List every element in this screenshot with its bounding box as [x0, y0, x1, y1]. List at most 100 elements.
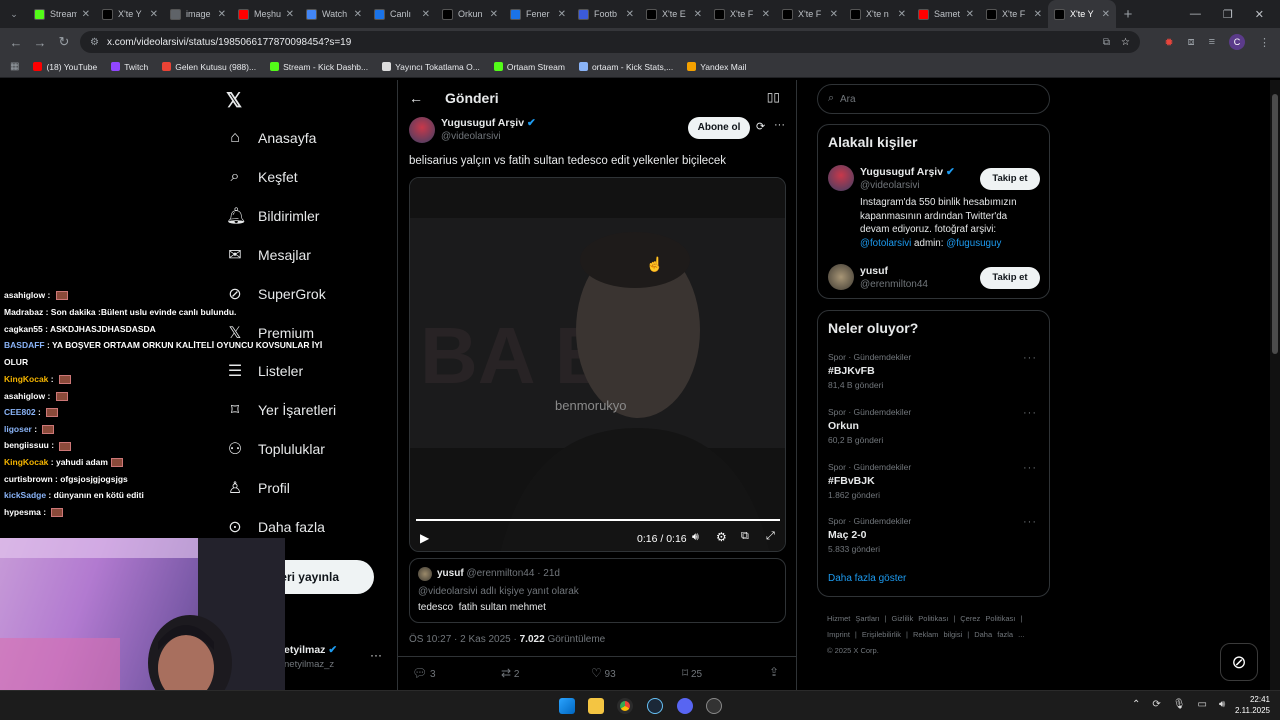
browser-tab[interactable]: X'te Y ✕ [1048, 0, 1116, 28]
tab-search-icon[interactable]: ⌄ [0, 9, 28, 20]
footer-link[interactable]: Daha fazla ... [974, 630, 1024, 639]
close-tab-icon[interactable]: ✕ [150, 9, 158, 20]
like-action[interactable]: ♡ 93 [591, 666, 616, 680]
follow-button[interactable]: Takip et [980, 267, 1040, 289]
settings-gear-icon[interactable]: ⚙ [716, 530, 727, 544]
close-tab-icon[interactable]: ✕ [422, 9, 430, 20]
bio-link[interactable]: @fugusuguy [946, 238, 1001, 249]
author-handle[interactable]: @videolarsivi [441, 131, 501, 142]
footer-link[interactable]: Hizmet Şartları [827, 614, 880, 623]
close-tab-icon[interactable]: ✕ [966, 9, 974, 20]
close-tab-icon[interactable]: ✕ [830, 9, 838, 20]
close-tab-icon[interactable]: ✕ [354, 9, 362, 20]
bookmark-item[interactable]: Yayıncı Tokatlama O... [382, 62, 480, 72]
site-info-icon[interactable]: ⚙ [90, 37, 99, 48]
close-tab-icon[interactable]: ✕ [626, 9, 634, 20]
browser-tab[interactable]: X'te E ✕ [640, 0, 708, 28]
chat-username[interactable]: Madrabaz [4, 307, 43, 317]
footer-link[interactable]: Gizlilik Politikası [892, 614, 949, 623]
close-tab-icon[interactable]: ✕ [898, 9, 906, 20]
trend-item[interactable]: Spor · Gündemdekiler #FBvBJK 1.862 gönderi [828, 462, 911, 500]
close-tab-icon[interactable]: ✕ [558, 9, 566, 20]
browser-tab[interactable]: Samet ✕ [912, 0, 980, 28]
browser-tab[interactable]: Fener ✕ [504, 0, 572, 28]
person-avatar[interactable] [828, 264, 854, 290]
browser-tab[interactable]: X'te Y ✕ [96, 0, 164, 28]
display-icon[interactable]: ▭ [1197, 699, 1206, 710]
volume-tray-icon[interactable]: 🔊︎ [1219, 699, 1225, 710]
scrollbar-thumb[interactable] [1272, 94, 1278, 354]
picture-in-picture-icon[interactable]: ⧉ [741, 530, 749, 543]
nav-item[interactable]: ☰ Listeler [226, 353, 303, 389]
close-tab-icon[interactable]: ✕ [762, 9, 770, 20]
footer-link[interactable]: Erişilebilirlik [862, 630, 901, 639]
bookmark-star-icon[interactable]: ☆ [1121, 37, 1130, 48]
author-avatar[interactable] [409, 117, 435, 143]
trend-more-icon[interactable]: ··· [1023, 407, 1037, 419]
trend-more-icon[interactable]: ··· [1023, 516, 1037, 528]
reply-action[interactable]: 💬︎ 3 [412, 666, 436, 680]
chat-username[interactable]: bengiissuu [4, 440, 49, 450]
subscribe-button[interactable]: Abone ol [688, 117, 750, 139]
file-explorer-icon[interactable] [588, 698, 604, 714]
grok-fab[interactable]: ⊘ [1220, 643, 1258, 681]
browser-tab[interactable]: X'te F ✕ [708, 0, 776, 28]
trend-item[interactable]: Spor · Gündemdekiler #BJKvFB 81,4 B gönder… [828, 352, 911, 390]
start-menu-icon[interactable] [559, 698, 575, 714]
browser-tab[interactable]: Canlı ✕ [368, 0, 436, 28]
page-scrollbar[interactable] [1270, 80, 1280, 690]
chat-username[interactable]: KingKocak [4, 457, 48, 467]
volume-icon[interactable]: 🔊︎ [692, 531, 699, 544]
follow-button[interactable]: Takip et [980, 168, 1040, 190]
browser-tab[interactable]: X'te F ✕ [776, 0, 844, 28]
install-icon[interactable]: ⧉ [1103, 37, 1110, 48]
minimize-button[interactable]: — [1190, 8, 1201, 20]
person-avatar[interactable] [828, 165, 854, 191]
footer-link[interactable]: Imprint [827, 630, 850, 639]
close-tab-icon[interactable]: ✕ [694, 9, 702, 20]
chat-username[interactable]: cagkan55 [4, 324, 43, 334]
show-more-link[interactable]: Daha fazla göster [828, 573, 906, 584]
nav-item[interactable]: ✉ Mesajlar [226, 237, 311, 273]
media-icon[interactable]: ≡ [1209, 36, 1215, 48]
video-progress-track[interactable] [416, 519, 780, 521]
bookmark-item[interactable]: Ortaam Stream [493, 62, 565, 72]
apps-grid-icon[interactable]: ▦ [10, 61, 19, 72]
search-input[interactable]: ⌕ Ara [817, 84, 1050, 114]
trend-more-icon[interactable]: ··· [1023, 462, 1037, 474]
author-name[interactable]: Yugusuguf Arşiv ✔ [441, 117, 536, 129]
post-timestamp[interactable]: ÖS 10:27 · 2 Kas 2025 · [409, 634, 517, 645]
new-tab-button[interactable]: + [1116, 6, 1140, 23]
repost-action[interactable]: ⇄ 2 [501, 666, 519, 680]
person-handle[interactable]: @videolarsivi [860, 180, 920, 191]
nav-item[interactable]: ⌂ Anasayfa [226, 120, 316, 156]
back-icon[interactable]: ← [4, 35, 28, 50]
extension-icon[interactable]: ✹ [1164, 36, 1173, 49]
close-tab-icon[interactable]: ✕ [490, 9, 498, 20]
reader-icon[interactable]: ▯▯ [767, 90, 780, 104]
clock[interactable]: 22:41 2.11.2025 [1226, 694, 1270, 716]
nav-item[interactable]: ♙ Profil [226, 470, 290, 506]
chat-username[interactable]: CEE802 [4, 407, 36, 417]
grok-icon[interactable]: ⟳ [756, 120, 765, 133]
chrome-icon[interactable] [617, 698, 633, 714]
browser-tab[interactable]: X'te F ✕ [980, 0, 1048, 28]
trend-item[interactable]: Spor · Gündemdekiler Orkun 60,2 B gönderi [828, 407, 911, 445]
menu-icon[interactable]: ⋮ [1259, 36, 1270, 49]
browser-tab[interactable]: Watch ✕ [300, 0, 368, 28]
fullscreen-icon[interactable]: ⤢ [766, 530, 775, 543]
bookmark-item[interactable]: Gelen Kutusu (988)... [162, 62, 256, 72]
browser-tab[interactable]: Footb ✕ [572, 0, 640, 28]
extensions-puzzle-icon[interactable]: ⧈ [1188, 36, 1195, 49]
chat-username[interactable]: KingKocak [4, 374, 48, 384]
browser-tab[interactable]: Orkun ✕ [436, 0, 504, 28]
forward-icon[interactable]: → [28, 35, 52, 50]
close-tab-icon[interactable]: ✕ [82, 9, 90, 20]
nav-item[interactable]: ⊘ SuperGrok [226, 276, 325, 312]
close-tab-icon[interactable]: ✕ [286, 9, 294, 20]
bookmark-item[interactable]: ortaam - Kick Stats,... [578, 62, 673, 72]
close-tab-icon[interactable]: ✕ [1034, 9, 1042, 20]
close-window-button[interactable]: ✕ [1255, 8, 1264, 21]
bookmark-action[interactable]: ⌑ 25 [682, 666, 702, 680]
trend-item[interactable]: Spor · Gündemdekiler Maç 2-0 5.833 gönderi [828, 516, 911, 554]
